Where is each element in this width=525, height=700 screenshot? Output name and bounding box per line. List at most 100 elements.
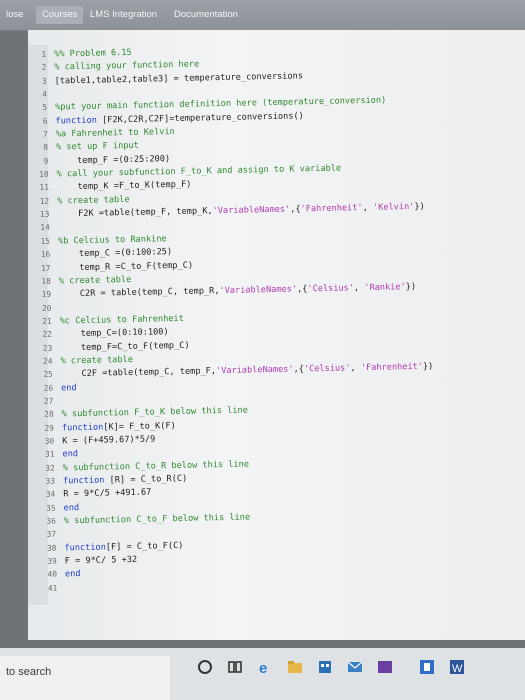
code-token: F2K =table(temp_F, temp_K, xyxy=(57,206,213,220)
search-placeholder: to search xyxy=(6,666,52,678)
line-number: 30 xyxy=(44,436,55,446)
code-string: 'Fahrenheit' xyxy=(360,362,424,374)
code-token: temp_C =(0:100:25) xyxy=(58,247,173,260)
code-comment: %b Celcius to Rankine xyxy=(57,233,167,247)
tab-courses[interactable]: Courses xyxy=(36,6,84,24)
code-string: 'VariableNames' xyxy=(215,364,294,377)
code-text: function[K]= F_to_K(F) xyxy=(62,421,176,433)
code-token: , xyxy=(353,283,365,294)
line-number: 8 xyxy=(43,143,49,153)
taskbar-search-box[interactable]: to search xyxy=(0,656,170,700)
code-text: % create table xyxy=(60,355,133,367)
code-text: % set up F input xyxy=(56,141,139,153)
code-token: R = 9*C/5 +491.67 xyxy=(63,487,152,500)
line-number: 13 xyxy=(39,209,50,219)
line-number: 36 xyxy=(46,516,56,526)
code-text: K = (F+459.67)*5/9 xyxy=(62,434,155,446)
code-text: temp_R =C_to_F(temp_C) xyxy=(58,260,193,273)
line-number: 38 xyxy=(46,543,57,553)
cortana-icon[interactable] xyxy=(196,658,214,676)
mail-icon[interactable] xyxy=(346,658,364,676)
line-number: 10 xyxy=(39,169,49,179)
code-string: 'Kelvin' xyxy=(372,202,415,213)
code-text: function [R] = C_to_R(C) xyxy=(63,474,187,487)
code-text: end xyxy=(61,383,77,393)
code-token: }) xyxy=(405,282,417,293)
code-token: temp_K =F_to_K(temp_F) xyxy=(56,180,192,193)
code-text: function[F] = C_to_F(C) xyxy=(64,541,183,553)
line-number: 18 xyxy=(41,276,51,286)
code-text: %c Celcius to Fahrenheit xyxy=(60,314,184,327)
line-number: 27 xyxy=(43,396,54,406)
code-token: [R] = C_to_R(C) xyxy=(109,473,188,486)
code-text: temp_F =(0:25:200) xyxy=(56,154,170,166)
line-number: 5 xyxy=(42,103,48,113)
line-number: 28 xyxy=(44,409,54,420)
code-keyword: function xyxy=(62,475,110,487)
tab-documentation[interactable]: Documentation xyxy=(168,6,244,24)
line-number: 1 xyxy=(41,49,47,59)
line-number: 6 xyxy=(42,116,48,126)
tab-close[interactable]: lose xyxy=(0,6,29,24)
line-number: 14 xyxy=(40,223,50,233)
code-token: K = (F+459.67)*5/9 xyxy=(62,434,156,447)
code-token: ,{ xyxy=(296,284,308,295)
code-keyword: function xyxy=(55,115,103,127)
code-text: %% Problem 6.15 xyxy=(54,48,132,60)
word-icon[interactable]: W xyxy=(448,658,466,676)
code-text: end xyxy=(65,569,81,579)
line-number: 11 xyxy=(39,183,49,193)
store-icon[interactable] xyxy=(316,658,334,676)
line-number: 12 xyxy=(39,196,50,206)
line-number: 25 xyxy=(43,369,53,380)
code-comment: % set up F input xyxy=(55,141,139,153)
code-token: [K]= F_to_K(F) xyxy=(103,420,176,433)
code-token: ,{ xyxy=(290,204,301,215)
line-number: 32 xyxy=(45,463,55,473)
code-keyword: function xyxy=(61,422,104,434)
line-number: 35 xyxy=(46,503,56,513)
code-keyword: function xyxy=(64,542,106,554)
line-number: 26 xyxy=(43,383,54,393)
tab-lms-integration[interactable]: LMS Integration xyxy=(84,6,163,24)
code-string: 'Fahrenheit' xyxy=(300,203,363,215)
line-number: 4 xyxy=(42,89,48,99)
code-comment: % create table xyxy=(60,354,134,367)
line-number: 3 xyxy=(41,76,47,86)
code-text: temp_K =F_to_K(temp_F) xyxy=(56,180,192,193)
code-token: temp_R =C_to_F(temp_C) xyxy=(58,260,194,273)
code-token: C2F =table(temp_C, temp_F, xyxy=(60,366,217,380)
code-text: end xyxy=(62,449,78,459)
code-string: 'Celsius' xyxy=(307,283,355,295)
line-number: 20 xyxy=(41,303,52,313)
code-token: , xyxy=(350,363,361,374)
code-token: C2R = table(temp_C, temp_R, xyxy=(59,286,220,300)
code-text: end xyxy=(63,503,79,513)
office-icon[interactable] xyxy=(418,658,436,676)
line-number: 7 xyxy=(42,129,48,139)
code-comment: % create table xyxy=(58,274,132,287)
line-number: 33 xyxy=(45,476,56,486)
line-number: 31 xyxy=(44,449,55,460)
line-number: 17 xyxy=(41,263,51,273)
code-text: %a Fahrenheit to Kelvin xyxy=(56,127,175,139)
code-token: temp_F =(0:25:200) xyxy=(56,153,171,167)
code-string: 'VariableNames' xyxy=(219,284,298,297)
code-keyword: end xyxy=(62,449,79,460)
code-text: temp_C=(0:10:100) xyxy=(60,327,169,339)
line-number: 2 xyxy=(41,63,47,73)
app-icon[interactable] xyxy=(376,658,394,676)
code-content[interactable]: 1 %% Problem 6.15 2 % calling your function… xyxy=(30,40,525,597)
line-number: 24 xyxy=(43,356,53,366)
file-explorer-icon[interactable] xyxy=(286,658,304,676)
task-view-icon[interactable] xyxy=(226,658,244,676)
edge-icon[interactable]: e xyxy=(256,658,274,676)
code-keyword: end xyxy=(63,502,80,514)
code-token: , xyxy=(362,202,374,214)
code-token: temp_F=C_to_F(temp_C) xyxy=(60,340,190,353)
line-number: 40 xyxy=(47,569,58,580)
line-number: 19 xyxy=(41,289,52,299)
line-number: 21 xyxy=(42,316,52,326)
code-token: }) xyxy=(414,201,425,213)
code-comment: %% Problem 6.15 xyxy=(53,47,132,60)
